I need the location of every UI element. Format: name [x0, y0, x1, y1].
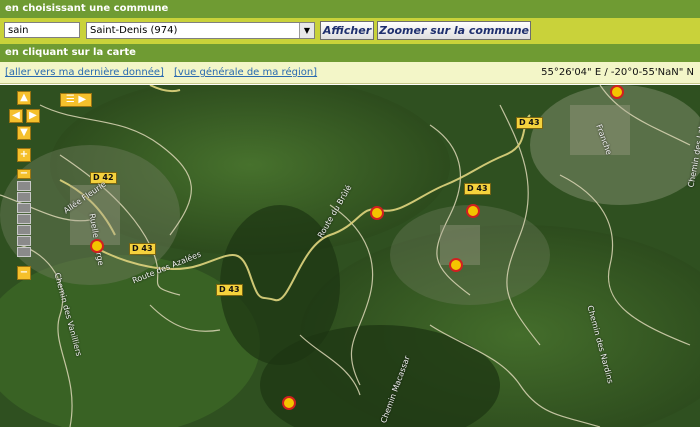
pan-down-icon[interactable]: ▼	[17, 126, 31, 140]
pan-right-icon[interactable]: ▶	[26, 109, 40, 123]
show-button[interactable]: Afficher	[320, 21, 374, 40]
commune-search-row: Saint-Denis (974) ▼ Afficher Zoomer sur …	[0, 18, 700, 44]
zoom-slider-track[interactable]	[17, 214, 31, 224]
zoom-level-slider-handle[interactable]: −	[17, 169, 31, 179]
chevron-down-icon[interactable]: ▼	[299, 23, 314, 38]
coordinate-readout: 55°26'04" E / -20°0-55'NaN" N	[541, 67, 694, 78]
road-label-d43: D 43	[464, 183, 491, 195]
commune-search-input[interactable]	[4, 22, 80, 38]
satellite-map[interactable]: D 43 D 42 D 43 D 43 D 43 Allée Fleurie R…	[0, 85, 700, 427]
road-label-d43: D 43	[516, 117, 543, 129]
zoom-in-icon[interactable]: +	[17, 148, 31, 162]
map-link-row: [aller vers ma dernière donnée] [vue gén…	[0, 62, 700, 84]
commune-select-value: Saint-Denis (974)	[90, 25, 178, 36]
map-marker[interactable]	[466, 204, 480, 218]
last-data-link[interactable]: [aller vers ma dernière donnée]	[5, 67, 164, 78]
pan-left-icon[interactable]: ◀	[9, 109, 23, 123]
zoom-slider-track[interactable]	[17, 192, 31, 202]
zoom-commune-button[interactable]: Zoomer sur la commune	[377, 21, 531, 40]
map-marker[interactable]	[370, 206, 384, 220]
map-terrain	[0, 85, 700, 427]
header-click-map: en cliquant sur la carte	[0, 44, 700, 62]
region-view-link[interactable]: [vue générale de ma région]	[174, 67, 317, 78]
pan-up-icon[interactable]: ▲	[17, 91, 31, 105]
zoom-slider-track[interactable]	[17, 236, 31, 246]
map-marker[interactable]	[449, 258, 463, 272]
zoom-slider-track[interactable]	[17, 203, 31, 213]
road-label-d43: D 43	[129, 243, 156, 255]
road-label-d43: D 43	[216, 284, 243, 296]
header-choose-commune: en choisissant une commune	[0, 0, 700, 18]
map-marker[interactable]	[90, 239, 104, 253]
zoom-out-icon[interactable]: −	[17, 266, 31, 280]
zoom-slider-track[interactable]	[17, 225, 31, 235]
zoom-slider-track[interactable]	[17, 247, 31, 257]
map-marker[interactable]	[610, 85, 624, 99]
commune-select[interactable]: Saint-Denis (974) ▼	[86, 22, 315, 39]
zoom-slider-track[interactable]	[17, 181, 31, 191]
map-marker[interactable]	[282, 396, 296, 410]
layer-switcher-icon[interactable]: ☰ ▶	[60, 93, 92, 107]
